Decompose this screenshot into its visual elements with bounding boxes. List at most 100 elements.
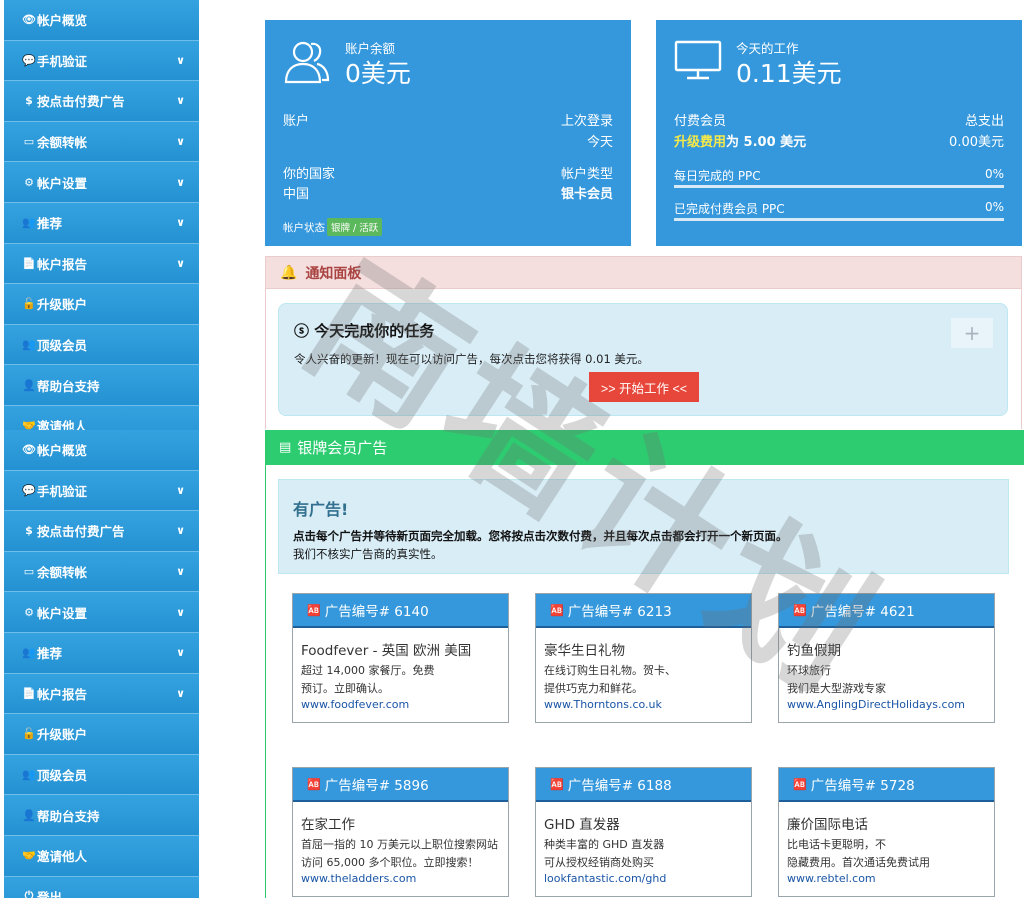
sidebar-item-invite[interactable]: 🤝 邀请他人 bbox=[4, 405, 199, 430]
sidebar-item-phone-verify[interactable]: 💬 手机验证 ∨ bbox=[4, 40, 199, 82]
monitor-icon bbox=[674, 38, 722, 86]
handshake-icon: 🤝 bbox=[22, 419, 36, 430]
sidebar-item-balance-transfer[interactable]: ▭ 余额转帐 ∨ bbox=[4, 551, 199, 593]
notice-panel-header: 🔔 通知面板 bbox=[265, 256, 1022, 289]
today-work-card: 今天的工作 0.11美元 付费会员 总支出 升级费用为 5.00 美元 0.00… bbox=[656, 20, 1022, 246]
sidebar-item-account-report[interactable]: 📄 帐户报告 ∨ bbox=[4, 243, 199, 285]
ad-card[interactable]: 🆎 广告编号# 6188 GHD 直发器 种类丰富的 GHD 直发器 可从授权经销… bbox=[535, 767, 752, 897]
sidebar-item-label: 帐户报告 bbox=[37, 686, 88, 702]
sidebar-item-label: 按点击付费广告 bbox=[37, 94, 125, 110]
ad-card[interactable]: 🆎 广告编号# 5728 廉价国际电话 比电话卡更聪明，不 隐藏费用。首次通话免费… bbox=[778, 767, 995, 897]
ad-number: 广告编号# 5896 bbox=[324, 778, 429, 794]
chevron-down-icon: ∨ bbox=[176, 94, 185, 108]
sidebar-item-upgrade[interactable]: 🔓 升级账户 bbox=[4, 284, 199, 325]
sidebar-item-account-report[interactable]: 📄 帐户报告 ∨ bbox=[4, 673, 199, 715]
ad-text-line2: 我们是大型游戏专家 bbox=[787, 682, 886, 695]
sidebar-item-helpdesk[interactable]: 👤 帮助台支持 bbox=[4, 795, 199, 836]
ads-panel-header: ▤ 银牌会员广告 bbox=[265, 430, 1024, 465]
ad-url-link[interactable]: www.Thorntons.co.uk bbox=[544, 698, 662, 711]
task-title-text: 今天完成你的任务 bbox=[314, 322, 435, 340]
sidebar-item-overview[interactable]: 👁 帐户概览 bbox=[4, 0, 199, 41]
document-icon: 📄 bbox=[22, 686, 36, 700]
ad-number: 广告编号# 6188 bbox=[567, 778, 672, 794]
ad-number: 广告编号# 6140 bbox=[324, 604, 429, 620]
sidebar-item-account-settings[interactable]: ⚙ 帐户设置 ∨ bbox=[4, 162, 199, 203]
sidebar-top: 👁 帐户概览 💬 手机验证 ∨ $ 按点击付费广告 ∨ ▭ 余额转帐 ∨ ⚙ 帐户设置 ∨ 👥 推荐… bbox=[4, 0, 199, 430]
ad-url-link[interactable]: www.theladders.com bbox=[301, 872, 416, 885]
ad-card-header: 🆎 广告编号# 6188 bbox=[536, 768, 751, 802]
sidebar-item-ppc-ads[interactable]: $ 按点击付费广告 ∨ bbox=[4, 81, 199, 122]
sidebar-item-label: 帐户概览 bbox=[37, 13, 88, 29]
chevron-down-icon: ∨ bbox=[176, 256, 185, 270]
eye-icon: 👁 bbox=[22, 443, 36, 457]
sidebar-item-label: 帮助台支持 bbox=[37, 808, 100, 824]
ad-url-link[interactable]: www.AnglingDirectHolidays.com bbox=[787, 698, 965, 711]
sidebar-item-top-members[interactable]: 👥 顶级会员 bbox=[4, 324, 199, 366]
ad-text-line2: 访问 65,000 多个职位。立即搜索！ bbox=[301, 856, 479, 869]
ad-url-link[interactable]: www.foodfever.com bbox=[301, 698, 409, 711]
ad-text-line1: 首屈一指的 10 万美元以上职位搜索网站 bbox=[301, 838, 498, 851]
sidebar-item-referrals[interactable]: 👥 推荐 ∨ bbox=[4, 202, 199, 244]
ad-card-header: 🆎 广告编号# 6213 bbox=[536, 594, 751, 628]
sidebar-item-overview[interactable]: 👁 帐户概览 bbox=[4, 430, 199, 471]
ad-url-link[interactable]: www.rebtel.com bbox=[787, 872, 876, 885]
ad-icon: 🆎 bbox=[793, 603, 807, 617]
account-status: 帐户状态 银牌 / 活跃 bbox=[283, 218, 383, 236]
server-icon: ▤ bbox=[279, 440, 292, 455]
sidebar-item-ppc-ads[interactable]: $ 按点击付费广告 ∨ bbox=[4, 511, 199, 552]
status-badge: 银牌 / 活跃 bbox=[327, 218, 383, 236]
ad-title: 豪华生日礼物 bbox=[544, 643, 625, 659]
ad-title: 在家工作 bbox=[301, 817, 355, 833]
sidebar-bottom: 👁 帐户概览 💬 手机验证 ∨ $ 按点击付费广告 ∨ ▭ 余额转帐 ∨ ⚙ 帐户设置 ∨ 👥 推荐… bbox=[4, 430, 199, 898]
sidebar-item-phone-verify[interactable]: 💬 手机验证 ∨ bbox=[4, 470, 199, 512]
ad-card[interactable]: 🆎 广告编号# 6213 豪华生日礼物 在线订购生日礼物。贺卡、 提供巧克力和鲜花… bbox=[535, 593, 752, 723]
sidebar-item-logout[interactable]: ⏻ 登出 bbox=[4, 876, 199, 898]
upgrade-fee-amount: 为 5.00 美元 bbox=[726, 135, 807, 150]
last-login-value: 今天 bbox=[586, 135, 613, 150]
sidebar-item-label: 升级账户 bbox=[37, 727, 88, 743]
upgrade-fee-link[interactable]: 升级费用 bbox=[674, 135, 726, 150]
ad-url-link[interactable]: lookfantastic.com/ghd bbox=[544, 872, 666, 885]
country-value: 中国 bbox=[283, 187, 310, 202]
account-balance-card: 账户余额 0美元 账户 上次登录 今天 你的国家 帐户类型 中国 银卡会员 帐户… bbox=[265, 20, 631, 246]
ad-text-line1: 在线订购生日礼物。贺卡、 bbox=[544, 664, 676, 677]
ad-card-header: 🆎 广告编号# 6140 bbox=[293, 594, 508, 628]
account-status-label: 帐户状态 bbox=[283, 222, 325, 234]
ad-icon: 🆎 bbox=[307, 603, 321, 617]
sidebar-item-referrals[interactable]: 👥 推荐 ∨ bbox=[4, 632, 199, 674]
power-icon: ⏻ bbox=[24, 889, 34, 898]
sidebar-item-balance-transfer[interactable]: ▭ 余额转帐 ∨ bbox=[4, 121, 199, 163]
bell-icon: 🔔 bbox=[280, 264, 298, 281]
sidebar-item-top-members[interactable]: 👥 顶级会员 bbox=[4, 754, 199, 796]
ad-card[interactable]: 🆎 广告编号# 6140 Foodfever - 英国 欧洲 美国 超过 14,0… bbox=[292, 593, 509, 723]
sidebar-item-label: 手机验证 bbox=[37, 53, 88, 69]
sidebar-item-label: 按点击付费广告 bbox=[37, 524, 125, 540]
expand-plus-icon[interactable]: + bbox=[951, 318, 993, 348]
ad-card-header: 🆎 广告编号# 5896 bbox=[293, 768, 508, 802]
daily-ppc-label: 每日完成的 PPC bbox=[674, 169, 761, 183]
sidebar-item-upgrade[interactable]: 🔓 升级账户 bbox=[4, 714, 199, 755]
sidebar-item-label: 帐户概览 bbox=[37, 443, 88, 459]
ads-info-title: 有广告! bbox=[293, 500, 349, 519]
gear-icon: ⚙ bbox=[24, 175, 34, 189]
sidebar-item-label: 邀请他人 bbox=[37, 849, 88, 865]
ad-card[interactable]: 🆎 广告编号# 4621 钓鱼假期 环球旅行 我们是大型游戏专家 www.Angl… bbox=[778, 593, 995, 723]
sidebar-item-account-settings[interactable]: ⚙ 帐户设置 ∨ bbox=[4, 592, 199, 633]
ad-text-line1: 比电话卡更聪明，不 bbox=[787, 838, 886, 851]
account-type-value: 银卡会员 bbox=[560, 187, 613, 202]
unlock-icon: 🔓 bbox=[22, 297, 36, 311]
ad-card-header: 🆎 广告编号# 4621 bbox=[779, 594, 994, 628]
ads-info-line1: 点击每个广告并等待新页面完全加载。您将按点击次数付费，并且每次点击都会打开一个新… bbox=[293, 529, 788, 543]
work-amount: 0.11美元 bbox=[736, 59, 842, 88]
balance-value: 0美元 bbox=[345, 59, 411, 88]
sidebar-item-label: 推荐 bbox=[37, 216, 63, 232]
chevron-down-icon: ∨ bbox=[176, 565, 185, 579]
sidebar-item-label: 帐户设置 bbox=[37, 175, 88, 191]
ad-card[interactable]: 🆎 广告编号# 5896 在家工作 首屈一指的 10 万美元以上职位搜索网站 访问… bbox=[292, 767, 509, 897]
sidebar-item-label: 帐户设置 bbox=[37, 605, 88, 621]
sidebar-item-helpdesk[interactable]: 👤 帮助台支持 bbox=[4, 365, 199, 406]
start-work-button[interactable]: >> 开始工作 << bbox=[589, 372, 699, 402]
ad-title: 廉价国际电话 bbox=[787, 817, 868, 833]
sidebar-item-invite[interactable]: 🤝 邀请他人 bbox=[4, 835, 199, 877]
unlock-icon: 🔓 bbox=[22, 727, 36, 741]
